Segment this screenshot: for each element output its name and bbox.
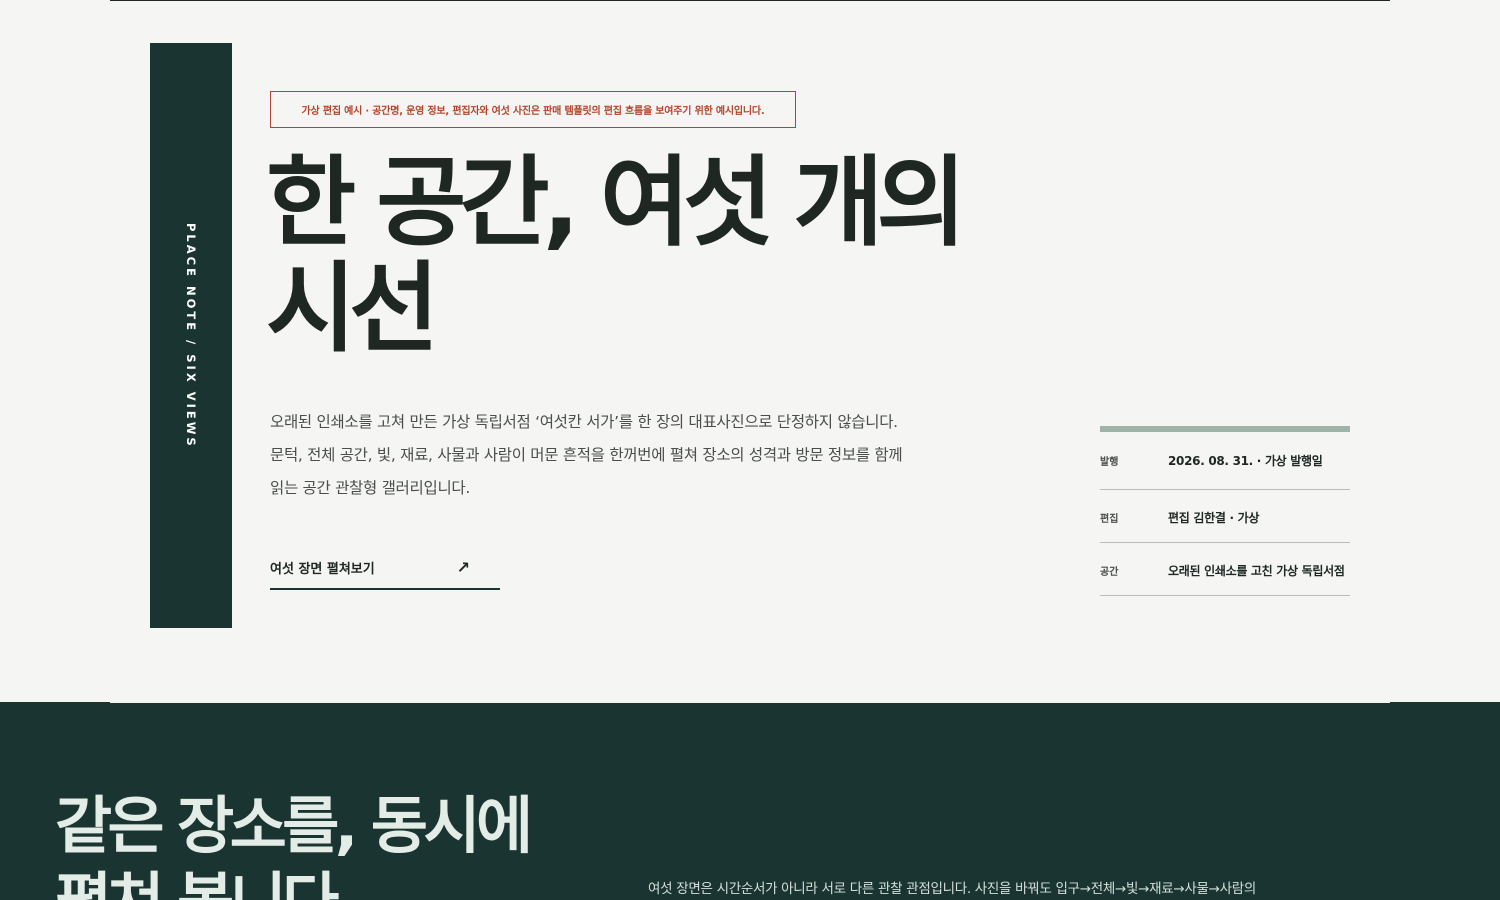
arrow-up-right-icon: ↗ [456,557,470,577]
meta-key: 발행 [1100,457,1119,468]
hero-intro-line-2: 문턱, 전체 공간, 빛, 재료, 사물과 사람이 머문 흔적을 한꺼번에 펼쳐… [270,446,903,464]
side-band: PLACE NOTE / SIX VIEWS [150,43,232,628]
meta-value: 2026. 08. 31. · 가상 발행일 [1168,454,1323,468]
section-title-line-2: 펼쳐 봅니다 [55,864,675,900]
hero-intro-line-3: 읽는 공간 관찰형 갤러리입니다. [270,479,470,497]
example-notice: 가상 편집 예시 · 공간명, 운영 정보, 편집자와 여섯 사진은 판매 템플… [270,91,796,128]
hero-intro: 오래된 인쇄소를 고쳐 만든 가상 독립서점 ‘여섯칸 서가’를 한 장의 대표… [270,406,990,505]
view-six-scenes-link[interactable]: 여섯 장면 펼쳐보기 ↗ [270,546,500,590]
meta-row-editor: 편집 편집 김한결 · 가상 [1100,490,1350,543]
section-title-line-1: 같은 장소를, 동시에 [55,789,533,862]
section-divider [110,702,1390,703]
hero-title-line-2: 시선 [266,252,439,366]
overview-section: 같은 장소를, 동시에 펼쳐 봅니다 여섯 장면은 시간순서가 아니라 서로 다… [0,702,1500,900]
hero-intro-line-1: 오래된 인쇄소를 고쳐 만든 가상 독립서점 ‘여섯칸 서가’를 한 장의 대표… [270,413,898,431]
meta-value: 편집 김한결 · 가상 [1168,511,1260,525]
cta-label: 여섯 장면 펼쳐보기 [270,561,375,577]
hero-title: 한 공간, 여섯 개의 시선 [266,150,1026,362]
section-description: 여섯 장면은 시간순서가 아니라 서로 다른 관찰 관점입니다. 사진을 바꿔도… [648,881,1257,897]
top-divider [110,0,1390,1]
publication-meta: 발행 2026. 08. 31. · 가상 발행일 편집 편집 김한결 · 가상… [1100,426,1350,596]
meta-key: 편집 [1100,514,1119,525]
hero-title-line-1: 한 공간, 여섯 개의 [266,146,967,260]
meta-value: 오래된 인쇄소를 고친 가상 독립서점 [1168,564,1345,578]
section-title: 같은 장소를, 동시에 펼쳐 봅니다 [55,788,675,900]
meta-row-space: 공간 오래된 인쇄소를 고친 가상 독립서점 [1100,543,1350,596]
side-band-label: PLACE NOTE / SIX VIEWS [184,222,198,449]
meta-key: 공간 [1100,567,1119,578]
meta-row-published: 발행 2026. 08. 31. · 가상 발행일 [1100,432,1350,490]
